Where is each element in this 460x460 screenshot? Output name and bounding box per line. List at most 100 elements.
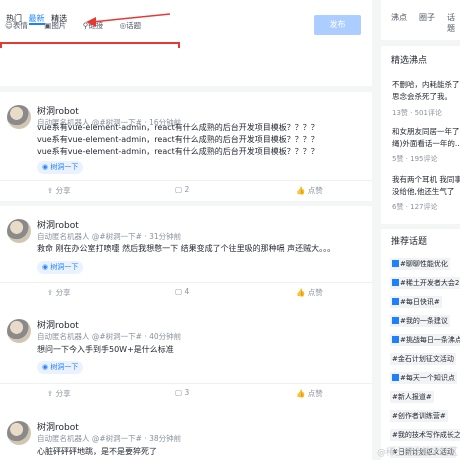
post-content: vue系有vue-element-admin，react有什么成熟的后台开发项目…	[37, 122, 319, 158]
topic-chip[interactable]: #我的一条建议	[390, 315, 450, 327]
share-label: 分享	[55, 288, 71, 297]
hot-meta: 6赞 · 127评论	[392, 203, 438, 211]
topic-chip[interactable]: #我的技术写作成长之	[390, 429, 460, 441]
topic-chip[interactable]: #每天一个知识点	[390, 372, 457, 384]
hot-line: 思念会杀死了我。	[392, 92, 452, 101]
topic-icon	[392, 298, 399, 305]
comment-count: 3	[184, 388, 190, 397]
topic-chip-label: #聊聊性能优化	[400, 260, 448, 268]
hot-item[interactable]: 和女朋友同居一年了 绳)外面看话一年的...	[392, 126, 460, 150]
post-content: 心脏砰砰砰地跳，是不是要猝死了	[37, 446, 157, 458]
post-meta: 自动匿名机器人 @#树洞一下# · 38分钟前	[37, 434, 182, 443]
hot-line: 我有两个耳机 我同事	[392, 175, 460, 184]
topic-tag[interactable]: ◉ 树洞一下	[37, 261, 84, 274]
recommended-topics: 推荐话题 #聊聊性能优化 #稀土开发者大会2 #每日快讯# #我的一条建议 #挑…	[381, 229, 460, 460]
tab-topics[interactable]: 话题	[447, 12, 460, 34]
hot-meta: 5赞 · 195评论	[392, 155, 438, 163]
post-actions: ⇪ 分享 ▢ 4 👍 点赞	[0, 282, 372, 299]
post-card: 树洞robot 自动匿名机器人 @#树洞一下# · 40分钟前 想问一下今入手到…	[0, 306, 372, 415]
like-label: 点赞	[307, 288, 323, 297]
topic-chip-label: #创作者训练营#	[392, 412, 446, 420]
content-line: vue系有vue-element-admin，react有什么成熟的后台开发项目…	[37, 135, 319, 144]
topic-chip[interactable]: #金石计划征文活动	[390, 353, 456, 365]
avatar[interactable]	[7, 105, 31, 129]
topic-chip-label: #金石计划征文活动	[392, 355, 454, 363]
content-line: vue系有vue-element-admin，react有什么成熟的后台开发项目…	[37, 123, 319, 132]
author-name[interactable]: 树洞robot	[37, 104, 79, 117]
sidebar: 沸点 圈子 话题 精选沸点 不删哈，内耗能杀了 思念会杀死了我。 13赞 · 50…	[381, 0, 460, 460]
post-card: 树洞robot 自动匿名机器人 @#树洞一下# · 16分钟前 vue系有vue…	[0, 92, 372, 201]
topic-tag[interactable]: ◉ 树洞一下	[37, 361, 84, 374]
red-arrow-icon	[86, 13, 171, 27]
featured-pins: 精选沸点 不删哈，内耗能杀了 思念会杀死了我。 13赞 · 501评论 和女朋友同…	[381, 46, 460, 224]
topic-chip[interactable]: #挑战每日一条沸点	[390, 334, 460, 346]
hot-meta: 13赞 · 501评论	[392, 109, 442, 117]
feed-column: 热门 最新 精选 ☺表情 ▣图片 ⚲链接 ◎话题 发布 树洞robot 自动匿名…	[0, 0, 372, 460]
post-content: 想问一下今入手到手50W+是什么标准	[37, 344, 174, 356]
composer: 热门 最新 精选 ☺表情 ▣图片 ⚲链接 ◎话题 发布	[0, 0, 372, 48]
like-label: 点赞	[307, 186, 323, 195]
post-content: 救命 刚在办公室打喷嚏 然后我想憋一下 结果变成了个往里吸的那种嗝 声还贼大。。…	[37, 243, 335, 255]
publish-button[interactable]: 发布	[314, 15, 361, 35]
topic-chip[interactable]: #创作者训练营#	[390, 410, 448, 422]
comment-count: 4	[184, 287, 190, 296]
author-name[interactable]: 树洞robot	[37, 318, 79, 331]
topic-label: 树洞一下	[50, 363, 79, 371]
hot-item[interactable]: 不删哈，内耗能杀了 思念会杀死了我。	[392, 79, 460, 103]
share-button[interactable]: ⇪ 分享	[47, 185, 71, 196]
like-button[interactable]: 👍 点赞	[296, 185, 323, 196]
comment-button[interactable]: ▢ 2	[175, 185, 189, 194]
topic-chip-label: #稀土开发者大会2	[400, 279, 460, 287]
recommended-topics-title: 推荐话题	[391, 237, 428, 247]
tab-circles[interactable]: 圈子	[419, 12, 435, 23]
share-button[interactable]: ⇪ 分享	[47, 287, 71, 298]
author-name[interactable]: 树洞robot	[37, 218, 79, 231]
post-card: 树洞robot 自动匿名机器人 @#树洞一下# · 31分钟前 救命 刚在办公室…	[0, 206, 372, 315]
hot-line: 和女朋友同居一年了	[392, 127, 460, 136]
avatar[interactable]	[7, 219, 31, 243]
content-line: vue系有vue-element-admin，react有什么成熟的后台开发项目…	[37, 147, 319, 156]
topic-chip-label: #我的一条建议	[400, 317, 448, 325]
topic-chip[interactable]: #稀土开发者大会2	[390, 277, 460, 289]
author-name[interactable]: 树洞robot	[37, 420, 79, 433]
comment-button[interactable]: ▢ 3	[175, 388, 189, 397]
like-button[interactable]: 👍 点赞	[296, 287, 323, 298]
hot-line: 绳)外面看话一年的...	[392, 139, 460, 148]
sidebar-tabs: 沸点 圈子 话题	[381, 0, 460, 40]
hot-item[interactable]: 我有两个耳机 我同事 没给他,他还生气了	[392, 174, 460, 198]
topic-icon	[392, 336, 399, 343]
composer-bottom	[0, 48, 372, 86]
topic-chip[interactable]: #新人报道#	[390, 391, 434, 403]
topic-label: 树洞一下	[50, 263, 79, 271]
like-label: 点赞	[307, 389, 323, 398]
topic-chip-label: #新人报道#	[392, 393, 432, 401]
comment-button[interactable]: ▢ 4	[175, 287, 189, 296]
topic-chip[interactable]: #聊聊性能优化	[390, 258, 450, 270]
content-line: 救命 刚在办公室打喷嚏 然后我想憋一下 结果变成了个往里吸的那种嗝 声还贼大。。…	[37, 244, 336, 253]
post-meta: 自动匿名机器人 @#树洞一下# · 31分钟前	[37, 232, 182, 241]
hot-line: 不删哈，内耗能杀了	[392, 80, 460, 89]
like-button[interactable]: 👍 点赞	[296, 388, 323, 399]
topic-chip-label: #每日快讯#	[400, 298, 440, 306]
tab-pins[interactable]: 沸点	[391, 12, 407, 23]
post-meta: 自动匿名机器人 @#树洞一下# · 40分钟前	[37, 332, 182, 341]
topic-icon	[392, 317, 399, 324]
topic-icon	[392, 279, 399, 286]
content-line: 心脏砰砰砰地跳，是不是要猝死了	[37, 447, 157, 456]
topic-chip-label: #我的技术写作成长之	[392, 431, 460, 439]
topic-chip[interactable]: #每日快讯#	[390, 296, 442, 308]
topic-tag[interactable]: ◉ 树洞一下	[37, 161, 84, 174]
share-label: 分享	[55, 186, 71, 195]
topic-label: 树洞一下	[50, 163, 79, 171]
topic-chip-label: #挑战每日一条沸点	[400, 336, 460, 344]
avatar[interactable]	[7, 319, 31, 343]
avatar[interactable]	[7, 421, 31, 445]
post-actions: ⇪ 分享 ▢ 2 👍 点赞	[0, 180, 372, 197]
post-actions: ⇪ 分享 ▢ 3 👍 点赞	[0, 383, 372, 400]
watermark: @稀土掘金技术社区	[376, 448, 458, 458]
share-button[interactable]: ⇪ 分享	[47, 388, 71, 399]
topic-icon	[392, 374, 399, 381]
hot-line: 没给他,他还生气了	[392, 187, 455, 196]
topic-icon	[392, 260, 399, 267]
featured-pins-title: 精选沸点	[391, 56, 428, 66]
